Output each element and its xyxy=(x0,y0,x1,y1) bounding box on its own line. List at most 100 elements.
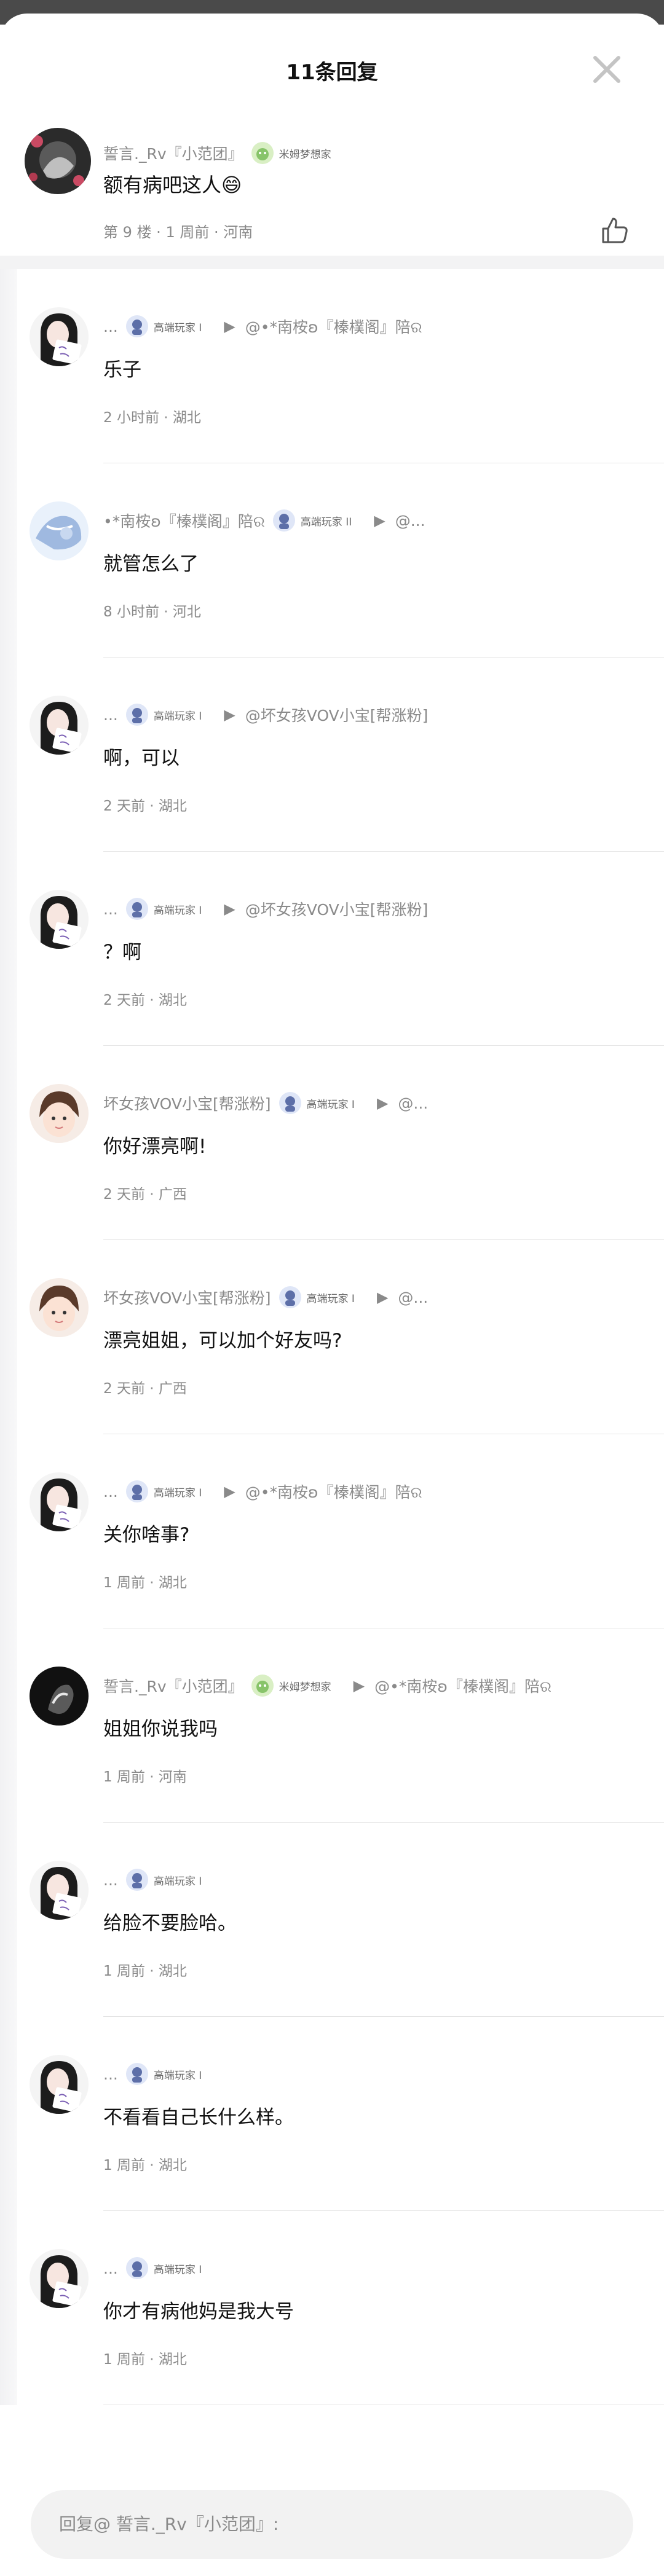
avatar[interactable] xyxy=(25,128,91,194)
avatar[interactable] xyxy=(30,2249,89,2308)
dot-separator: · xyxy=(149,2352,159,2368)
username[interactable]: ... xyxy=(103,1483,118,1501)
reply-item[interactable]: ... 高端玩家 I 给脸不要脸哈。 1 周前 · 湖北 xyxy=(0,1823,664,2017)
comment-location: 河南 xyxy=(223,224,253,241)
reply-text: 姐姐你说我吗 xyxy=(103,1718,218,1740)
player-badge-icon xyxy=(125,2063,148,2085)
dot-separator: · xyxy=(149,1381,159,1397)
dot-separator: · xyxy=(149,1575,159,1591)
reply-text: 乐子 xyxy=(103,359,141,381)
reply-time: 1 周前 xyxy=(103,1575,145,1591)
thumbs-up-icon[interactable] xyxy=(599,215,630,246)
reply-input[interactable]: 回复@ 誓言._Rv『小范团』: xyxy=(31,2490,633,2559)
badge-label: 高端玩家 I xyxy=(153,2069,202,2082)
reply-location: 湖北 xyxy=(158,1963,187,1979)
dot-separator: · xyxy=(149,992,159,1008)
reply-text: 啊，可以 xyxy=(103,747,180,769)
reply-arrow-icon: ▶ xyxy=(224,900,235,917)
username[interactable]: ... xyxy=(103,2260,118,2277)
comment-footer: 第 9 楼 · 1 周前 · 河南 xyxy=(103,220,253,242)
reply-target[interactable]: @... xyxy=(395,512,425,530)
reply-target[interactable]: @•*南桉ʚ『榛樸阁』陪ର xyxy=(245,315,422,337)
reply-footer: 1 周前 · 湖北 xyxy=(103,2153,187,2174)
reply-meta: ... 高端玩家 I ▶ @坏女孩VOV小宝[帮涨粉] xyxy=(103,702,428,728)
reply-meta: ... 高端玩家 I xyxy=(103,2255,202,2281)
reply-meta: ... 高端玩家 I xyxy=(103,1867,202,1893)
reply-target[interactable]: @... xyxy=(398,1094,428,1112)
username[interactable]: ... xyxy=(103,318,118,336)
reply-text: 漂亮姐姐，可以加个好友吗? xyxy=(103,1330,342,1352)
reply-item[interactable]: 坏女孩VOV小宝[帮涨粉] 高端玩家 I ▶ @... 漂亮姐姐，可以加个好友吗… xyxy=(0,1240,664,1434)
reply-location: 广西 xyxy=(158,1381,187,1397)
reply-item[interactable]: ... 高端玩家 I 不看看自己长什么样。 1 周前 · 湖北 xyxy=(0,2017,664,2211)
avatar[interactable] xyxy=(30,1472,89,1531)
dot-separator: · xyxy=(149,798,159,814)
reply-time: 2 天前 xyxy=(103,1187,145,1203)
root-meta: 誓言._Rv『小范团』 米姆梦想家 xyxy=(103,140,331,166)
username[interactable]: ... xyxy=(103,1871,118,1889)
username[interactable]: 坏女孩VOV小宝[帮涨粉] xyxy=(103,1092,271,1114)
badge-label: 高端玩家 I xyxy=(153,2263,202,2276)
reply-time: 2 天前 xyxy=(103,1381,145,1397)
reply-list: ... 高端玩家 I ▶ @•*南桉ʚ『榛樸阁』陪ର 乐子 2 小时前 · 湖北… xyxy=(0,269,664,2405)
reply-text: ？啊 xyxy=(103,941,141,964)
avatar[interactable] xyxy=(30,1667,89,1726)
reply-target[interactable]: @•*南桉ʚ『榛樸阁』陪ର xyxy=(245,1480,422,1502)
reply-arrow-icon: ▶ xyxy=(224,1483,235,1500)
player-badge-icon xyxy=(279,1286,301,1308)
reply-target[interactable]: @•*南桉ʚ『榛樸阁』陪ର xyxy=(374,1675,551,1697)
close-icon[interactable] xyxy=(591,54,622,85)
reply-item[interactable]: ... 高端玩家 I 你才有病他妈是我大号 1 周前 · 湖北 xyxy=(0,2211,664,2405)
dot-separator: · xyxy=(149,1769,159,1785)
reply-meta: ... 高端玩家 I ▶ @•*南桉ʚ『榛樸阁』陪ର xyxy=(103,313,422,339)
avatar[interactable] xyxy=(30,1084,89,1143)
avatar[interactable] xyxy=(30,1278,89,1337)
badge: 高端玩家 I xyxy=(279,1091,355,1115)
username[interactable]: 坏女孩VOV小宝[帮涨粉] xyxy=(103,1286,271,1308)
reply-item[interactable]: ... 高端玩家 I ▶ @•*南桉ʚ『榛樸阁』陪ର 关你啥事? 1 周前 · … xyxy=(0,1434,664,1628)
dot-separator: · xyxy=(149,1963,159,1979)
reply-target[interactable]: @... xyxy=(398,1289,428,1306)
username[interactable]: 誓言._Rv『小范团』 xyxy=(103,1675,243,1697)
badge-label: 米姆梦想家 xyxy=(279,1681,331,1694)
reply-input-placeholder: 回复@ 誓言._Rv『小范团』: xyxy=(59,2514,279,2534)
reply-time: 8 小时前 xyxy=(103,604,159,620)
dream-badge-icon xyxy=(251,142,274,164)
avatar[interactable] xyxy=(30,890,89,949)
reply-time: 1 周前 xyxy=(103,1963,145,1979)
username[interactable]: 誓言._Rv『小范团』 xyxy=(103,142,243,164)
avatar[interactable] xyxy=(30,307,89,366)
reply-arrow-icon: ▶ xyxy=(376,1289,389,1306)
reply-item[interactable]: ... 高端玩家 I ▶ @坏女孩VOV小宝[帮涨粉] ？啊 2 天前 · 湖北 xyxy=(0,852,664,1046)
player-badge-icon xyxy=(272,509,295,532)
badge-label: 高端玩家 I xyxy=(153,904,202,917)
username[interactable]: ... xyxy=(103,706,118,724)
reply-footer: 1 周前 · 湖北 xyxy=(103,1571,187,1592)
avatar[interactable] xyxy=(30,1861,89,1920)
root-comment: 誓言._Rv『小范团』 米姆梦想家 额有病吧这人😄 第 9 楼 · 1 周前 ·… xyxy=(0,128,664,256)
reply-target[interactable]: @坏女孩VOV小宝[帮涨粉] xyxy=(245,898,429,920)
avatar[interactable] xyxy=(30,2055,89,2114)
dot-separator: · xyxy=(149,1187,159,1203)
reply-item[interactable]: ... 高端玩家 I ▶ @坏女孩VOV小宝[帮涨粉] 啊，可以 2 天前 · … xyxy=(0,658,664,852)
reply-meta: ... 高端玩家 I ▶ @•*南桉ʚ『榛樸阁』陪ର xyxy=(103,1478,422,1504)
reply-item[interactable]: 坏女孩VOV小宝[帮涨粉] 高端玩家 I ▶ @... 你好漂亮啊! 2 天前 … xyxy=(0,1046,664,1240)
avatar[interactable] xyxy=(30,501,89,560)
username[interactable]: •*南桉ʚ『榛樸阁』陪ର xyxy=(103,509,265,532)
reply-meta: 坏女孩VOV小宝[帮涨粉] 高端玩家 I ▶ @... xyxy=(103,1284,428,1310)
player-badge-icon xyxy=(125,315,148,337)
reply-location: 湖北 xyxy=(158,992,187,1008)
reply-item[interactable]: 誓言._Rv『小范团』 米姆梦想家 ▶ @•*南桉ʚ『榛樸阁』陪ର 姐姐你说我吗… xyxy=(0,1628,664,1823)
reply-footer: 8 小时前 · 河北 xyxy=(103,600,201,621)
badge-label: 高端玩家 I xyxy=(153,321,202,334)
reply-item[interactable]: ... 高端玩家 I ▶ @•*南桉ʚ『榛樸阁』陪ର 乐子 2 小时前 · 湖北 xyxy=(0,269,664,463)
reply-item[interactable]: •*南桉ʚ『榛樸阁』陪ର 高端玩家 II ▶ @... 就管怎么了 8 小时前 … xyxy=(0,463,664,658)
reply-time: 1 周前 xyxy=(103,2158,145,2174)
badge-label: 高端玩家 I xyxy=(153,1486,202,1499)
badge: 米姆梦想家 xyxy=(251,1674,331,1697)
username[interactable]: ... xyxy=(103,2065,118,2083)
avatar[interactable] xyxy=(30,696,89,755)
reply-target[interactable]: @坏女孩VOV小宝[帮涨粉] xyxy=(245,704,429,726)
dream-badge-icon xyxy=(251,1675,274,1697)
username[interactable]: ... xyxy=(103,900,118,918)
